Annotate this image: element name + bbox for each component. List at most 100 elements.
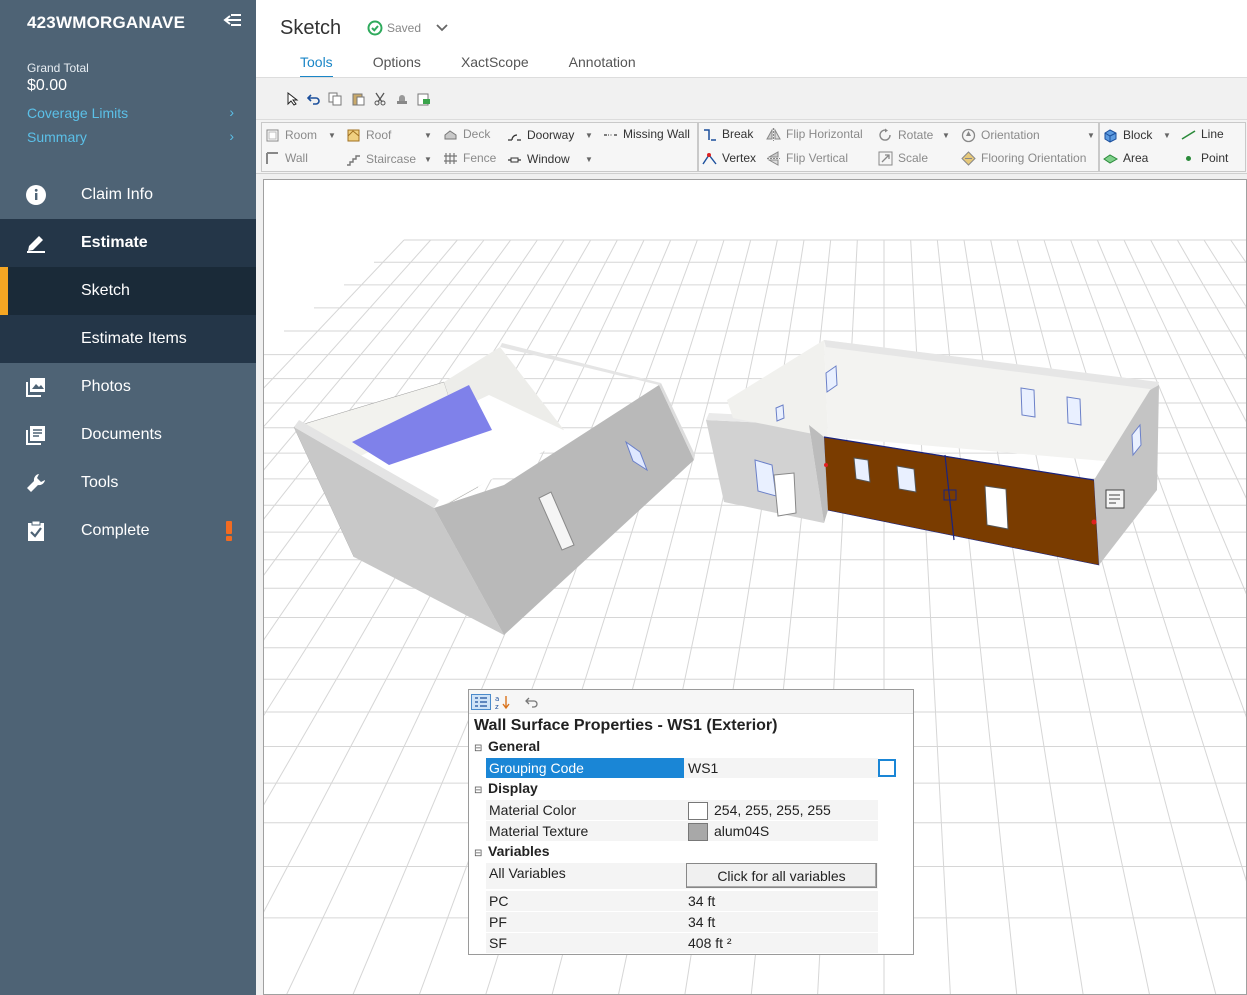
- block-dropdown-icon[interactable]: ▼: [1163, 131, 1171, 140]
- collapse-toggle-icon[interactable]: ⊟: [474, 848, 484, 859]
- copy-icon[interactable]: [328, 92, 342, 106]
- nav-estimate[interactable]: Estimate: [0, 219, 256, 267]
- ribbon-group-create: Room ▼ Roof ▼ Deck Doorway ▼ Missing Wal…: [261, 122, 698, 172]
- nav-claim-info[interactable]: Claim Info: [0, 171, 256, 219]
- edit-icon: [27, 236, 45, 253]
- tab-xactscope[interactable]: XactScope: [461, 54, 529, 78]
- fence-icon: [444, 152, 457, 164]
- right-room-model[interactable]: [706, 340, 1159, 566]
- doorway-dropdown-icon[interactable]: ▼: [585, 131, 593, 140]
- property-material-texture[interactable]: Material Texture alum04S: [486, 821, 878, 842]
- property-material-color[interactable]: Material Color 254, 255, 255, 255: [486, 800, 878, 821]
- all-variables-button[interactable]: Click for all variables: [686, 863, 877, 888]
- coverage-limits-link[interactable]: Coverage Limits ›: [27, 104, 242, 121]
- block-button[interactable]: Block: [1103, 126, 1152, 144]
- stamp-icon[interactable]: [395, 92, 409, 106]
- category-variables[interactable]: ⊟ Variables: [474, 843, 550, 859]
- flooring-orientation-button[interactable]: Flooring Orientation: [961, 149, 1086, 167]
- vertex-button[interactable]: Vertex: [702, 149, 756, 167]
- tab-tools[interactable]: Tools: [300, 54, 333, 78]
- window-dropdown-icon[interactable]: ▼: [585, 155, 593, 164]
- collapse-toggle-icon[interactable]: ⊟: [474, 785, 484, 796]
- property-value: 34 ft: [688, 914, 716, 930]
- nav-estimate-items[interactable]: Estimate Items: [0, 315, 256, 363]
- fence-label: Fence: [463, 151, 497, 165]
- area-icon: [1103, 153, 1118, 164]
- orientation-dropdown-icon[interactable]: ▼: [1087, 131, 1095, 140]
- ribbon-toolbar: Room ▼ Roof ▼ Deck Doorway ▼ Missing Wal…: [256, 119, 1247, 174]
- fence-button[interactable]: Fence: [443, 149, 496, 167]
- nav-sketch[interactable]: Sketch: [0, 267, 256, 315]
- collapse-toggle-icon[interactable]: ⊟: [474, 743, 484, 754]
- missing-wall-button[interactable]: Missing Wall: [603, 125, 690, 143]
- scale-button[interactable]: Scale: [878, 149, 928, 167]
- window-button[interactable]: Window: [507, 150, 570, 168]
- rotate-label: Rotate: [898, 128, 934, 142]
- color-swatch[interactable]: [688, 802, 708, 821]
- property-pf[interactable]: PF 34 ft: [486, 912, 878, 932]
- chevron-down-icon[interactable]: [435, 23, 449, 33]
- point-button[interactable]: Point: [1181, 149, 1228, 167]
- nav-complete[interactable]: Complete: [0, 507, 256, 555]
- property-name: All Variables: [489, 865, 566, 881]
- roof-button[interactable]: Roof: [346, 126, 391, 144]
- save-status[interactable]: Saved: [367, 20, 449, 36]
- tab-annotation[interactable]: Annotation: [569, 54, 636, 78]
- nav-photos[interactable]: Photos: [0, 363, 256, 411]
- flip-horizontal-button[interactable]: Flip Horizontal: [766, 125, 863, 143]
- property-pc[interactable]: PC 34 ft: [486, 891, 878, 911]
- panel-title: Wall Surface Properties - WS1 (Exterior): [474, 717, 778, 734]
- line-button[interactable]: Line: [1181, 125, 1224, 143]
- rotate-icon: [879, 128, 891, 141]
- tab-options[interactable]: Options: [373, 54, 421, 78]
- cut-icon[interactable]: [373, 92, 387, 106]
- undo-icon[interactable]: [307, 92, 321, 106]
- undo-icon[interactable]: [524, 694, 540, 710]
- orientation-button[interactable]: Orientation: [961, 126, 1040, 144]
- staircase-dropdown-icon[interactable]: ▼: [424, 155, 432, 164]
- roof-dropdown-icon[interactable]: ▼: [424, 131, 432, 140]
- sort-alphabetical-icon[interactable]: az: [495, 694, 511, 710]
- property-name: Grouping Code: [486, 758, 684, 778]
- deck-button[interactable]: Deck: [443, 125, 490, 143]
- material-color-value: 254, 255, 255, 255: [714, 802, 831, 818]
- category-display[interactable]: ⊟ Display: [474, 780, 538, 796]
- flip-vertical-button[interactable]: Flip Vertical: [766, 149, 848, 167]
- area-label: Area: [1123, 151, 1149, 165]
- window-label: Window: [527, 152, 570, 166]
- grouping-code-checkbox[interactable]: [878, 759, 896, 777]
- nav-tools[interactable]: Tools: [0, 459, 256, 507]
- room-button[interactable]: Room: [265, 126, 317, 144]
- property-value[interactable]: alum04S: [688, 821, 878, 842]
- property-value[interactable]: WS1: [688, 758, 878, 778]
- summary-link[interactable]: Summary ›: [27, 128, 242, 145]
- property-value[interactable]: 254, 255, 255, 255: [688, 800, 878, 821]
- staircase-button[interactable]: Staircase: [346, 150, 416, 168]
- rotate-dropdown-icon[interactable]: ▼: [942, 131, 950, 140]
- area-button[interactable]: Area: [1103, 149, 1148, 167]
- property-sf[interactable]: SF 408 ft ²: [486, 933, 878, 953]
- property-grouping-code[interactable]: Grouping Code WS1: [486, 758, 878, 778]
- texture-swatch[interactable]: [688, 823, 708, 842]
- paste-icon[interactable]: [351, 92, 365, 106]
- doorway-button[interactable]: Doorway: [507, 126, 574, 144]
- room-dropdown-icon[interactable]: ▼: [328, 131, 336, 140]
- property-name: Material Color: [489, 802, 577, 818]
- rotate-button[interactable]: Rotate: [878, 126, 933, 144]
- point-label: Point: [1201, 151, 1229, 165]
- sidebar: 423WMORGANAVE Grand Total $0.00 Coverage…: [0, 0, 256, 995]
- categorized-view-icon[interactable]: [471, 694, 491, 710]
- chevron-right-icon: ›: [229, 128, 234, 144]
- break-button[interactable]: Break: [702, 125, 753, 143]
- select-pointer-icon[interactable]: [286, 92, 300, 106]
- category-general[interactable]: ⊟ General: [474, 738, 540, 754]
- export-icon[interactable]: [417, 92, 431, 106]
- nav-documents[interactable]: Documents: [0, 411, 256, 459]
- nav-documents-label: Documents: [81, 426, 162, 443]
- collapse-sidebar-icon[interactable]: [222, 12, 244, 32]
- tab-bar: Tools Options XactScope Annotation: [300, 54, 676, 78]
- wall-button[interactable]: Wall: [265, 149, 308, 167]
- left-room-model[interactable]: [293, 343, 695, 635]
- nav-claim-info-label: Claim Info: [81, 186, 154, 203]
- summary-label: Summary: [27, 129, 87, 145]
